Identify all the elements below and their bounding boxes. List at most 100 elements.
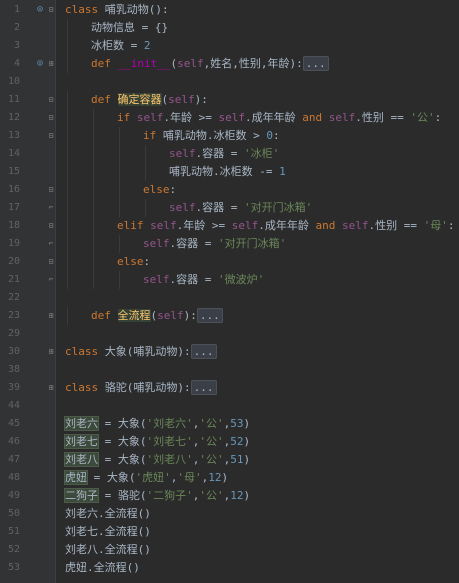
code-token: ) bbox=[221, 471, 229, 484]
line-number: 22 bbox=[7, 292, 20, 303]
line-number: 44 bbox=[7, 400, 20, 411]
line-number: 12 bbox=[7, 112, 20, 123]
indent-guide bbox=[119, 181, 120, 199]
code-line[interactable]: 刘老六.全流程() bbox=[57, 505, 459, 523]
indent-guide bbox=[67, 271, 68, 289]
code-line[interactable]: self.容器 = '对开门冰箱' bbox=[57, 199, 459, 217]
code-token: ): bbox=[183, 309, 197, 322]
code-line[interactable]: else: bbox=[57, 253, 459, 271]
line-number: 46 bbox=[7, 436, 20, 447]
code-line[interactable]: self.容器 = '微波炉' bbox=[57, 271, 459, 289]
code-line[interactable]: def __init__(self,姓名,性别,年龄):... bbox=[57, 55, 459, 73]
fold-collapse-icon[interactable]: ⊟ bbox=[47, 91, 55, 109]
fold-end-icon[interactable]: ⌐ bbox=[47, 199, 55, 217]
code-token: '微波炉' bbox=[218, 273, 265, 286]
line-number: 11 bbox=[7, 94, 20, 105]
code-token: '冰柜' bbox=[244, 147, 280, 160]
code-token: 刘老七.全流程() bbox=[65, 525, 151, 538]
code-line[interactable]: 刘老七.全流程() bbox=[57, 523, 459, 541]
code-line[interactable]: 刘老七 = 大象('刘老七','公',52) bbox=[57, 433, 459, 451]
code-line[interactable]: def 全流程(self):... bbox=[57, 307, 459, 325]
line-number: 48 bbox=[7, 472, 20, 483]
code-line[interactable]: 哺乳动物.冰柜数 -= 1 bbox=[57, 163, 459, 181]
code-token: 12 bbox=[230, 489, 244, 502]
code-line[interactable]: 虎妞 = 大象('虎妞','母',12) bbox=[57, 469, 459, 487]
code-line[interactable]: if self.年龄 >= self.成年年龄 and self.性别 == '… bbox=[57, 109, 459, 127]
code-editor[interactable]: 1 ⊙ ⊟ 2 3 4 ⊙ ⊞ 10 11 ⊟ 12 ⊟ 13 ⊟ 14 15 16 ⊟ 17 ⌐ 18 ⊟ 19 ⌐ 20 ⊟ 21… bbox=[0, 0, 459, 583]
folded-code-placeholder[interactable]: ... bbox=[302, 56, 329, 71]
code-line[interactable] bbox=[57, 73, 459, 91]
code-line[interactable] bbox=[57, 397, 459, 415]
code-token: 12 bbox=[208, 471, 222, 484]
override-marker-icon[interactable]: ⊙ bbox=[34, 55, 46, 73]
folded-code-placeholder[interactable]: ... bbox=[196, 308, 223, 323]
code-token: def bbox=[91, 93, 118, 106]
code-line[interactable]: def 确定容器(self): bbox=[57, 91, 459, 109]
code-token: if bbox=[143, 129, 163, 142]
code-token: '刘老八' bbox=[146, 453, 193, 466]
fold-expand-icon[interactable]: ⊞ bbox=[47, 343, 55, 361]
folded-code-placeholder[interactable]: ... bbox=[190, 344, 217, 359]
indent-guide bbox=[119, 145, 120, 163]
line-number: 47 bbox=[7, 454, 20, 465]
code-line[interactable] bbox=[57, 325, 459, 343]
line-number: 2 bbox=[13, 22, 20, 33]
code-line[interactable]: 刘老八.全流程() bbox=[57, 541, 459, 559]
code-line[interactable]: 刘老八 = 大象('刘老八','公',51) bbox=[57, 451, 459, 469]
indent-guide bbox=[67, 235, 68, 253]
fold-collapse-icon[interactable]: ⊟ bbox=[47, 127, 55, 145]
code-line[interactable]: self.容器 = '冰柜' bbox=[57, 145, 459, 163]
fold-expand-icon[interactable]: ⊞ bbox=[47, 55, 55, 73]
fold-collapse-icon[interactable]: ⊟ bbox=[47, 181, 55, 199]
code-line[interactable]: 冰柜数 = 2 bbox=[57, 37, 459, 55]
code-token: ): bbox=[194, 93, 208, 106]
code-line[interactable] bbox=[57, 361, 459, 379]
fold-expand-icon[interactable]: ⊞ bbox=[47, 307, 55, 325]
code-line[interactable]: class 骆驼(哺乳动物):... bbox=[57, 379, 459, 397]
code-line[interactable]: elif self.年龄 >= self.成年年龄 and self.性别 ==… bbox=[57, 217, 459, 235]
fold-end-icon[interactable]: ⌐ bbox=[47, 271, 55, 289]
indent-guide bbox=[67, 307, 68, 325]
fold-collapse-icon[interactable]: ⊟ bbox=[47, 109, 55, 127]
code-line[interactable] bbox=[57, 289, 459, 307]
code-token: if bbox=[117, 111, 137, 124]
code-token: 2 bbox=[143, 39, 151, 52]
code-token: self bbox=[168, 93, 195, 106]
code-token: ) bbox=[243, 417, 251, 430]
code-line[interactable]: class 大象(哺乳动物):... bbox=[57, 343, 459, 361]
indent-guide bbox=[93, 271, 94, 289]
code-token: 冰柜数 bbox=[91, 39, 124, 52]
code-token: class bbox=[65, 381, 105, 394]
code-line[interactable]: 虎妞.全流程() bbox=[57, 559, 459, 577]
line-number: 21 bbox=[7, 274, 20, 285]
code-token: self bbox=[143, 237, 170, 250]
fold-collapse-icon[interactable]: ⊟ bbox=[47, 217, 55, 235]
code-line[interactable]: class 哺乳动物(): bbox=[57, 1, 459, 19]
indent-guide bbox=[67, 145, 68, 163]
code-line[interactable]: if 哺乳动物.冰柜数 > 0: bbox=[57, 127, 459, 145]
override-marker-icon[interactable]: ⊙ bbox=[34, 1, 46, 19]
fold-expand-icon[interactable]: ⊞ bbox=[47, 379, 55, 397]
line-number-gutter: 1 ⊙ ⊟ 2 3 4 ⊙ ⊞ 10 11 ⊟ 12 ⊟ 13 ⊟ 14 15 16 ⊟ 17 ⌐ 18 ⊟ 19 ⌐ 20 ⊟ 21… bbox=[0, 0, 56, 583]
code-token: .性别 == bbox=[355, 111, 411, 124]
folded-code-placeholder[interactable]: ... bbox=[190, 380, 217, 395]
code-line[interactable]: 动物信息 = {} bbox=[57, 19, 459, 37]
indent-guide bbox=[67, 55, 68, 73]
code-line[interactable]: self.容器 = '对开门冰箱' bbox=[57, 235, 459, 253]
code-token: __init__ bbox=[117, 57, 171, 70]
code-line[interactable]: 刘老六 = 大象('刘老六','公',53) bbox=[57, 415, 459, 433]
fold-collapse-icon[interactable]: ⊟ bbox=[47, 1, 55, 19]
fold-collapse-icon[interactable]: ⊟ bbox=[47, 253, 55, 271]
code-area[interactable]: class 哺乳动物(): 动物信息 = {} 冰柜数 = 2 def __init_… bbox=[57, 0, 459, 583]
indent-guide bbox=[93, 199, 94, 217]
indent-guide bbox=[67, 19, 68, 37]
line-number: 4 bbox=[13, 58, 20, 69]
code-token: 51 bbox=[230, 453, 244, 466]
code-line[interactable]: else: bbox=[57, 181, 459, 199]
code-token: = 大象( bbox=[98, 453, 147, 466]
code-token: 全流程 bbox=[117, 309, 151, 322]
code-token: 1 bbox=[279, 165, 286, 178]
code-line[interactable]: 二狗子 = 骆驼('二狗子','公',12) bbox=[57, 487, 459, 505]
line-number: 52 bbox=[7, 544, 20, 555]
fold-end-icon[interactable]: ⌐ bbox=[47, 235, 55, 253]
